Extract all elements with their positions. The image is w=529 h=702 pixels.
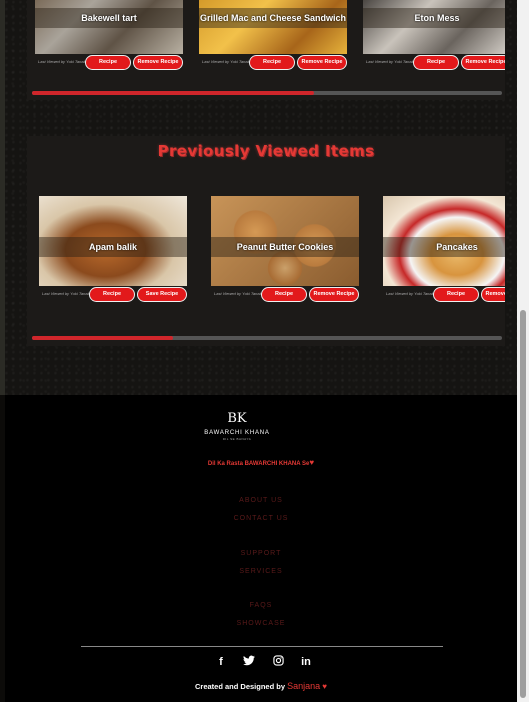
save-recipe-button[interactable]: Save Recipe <box>138 288 186 301</box>
recipe-image[interactable]: Eton Mess <box>363 0 505 54</box>
last-viewed-text: Last Viewed by Yuki Tanaka <box>202 59 252 64</box>
recipe-title: Bakewell tart <box>35 8 183 28</box>
footer-link-services[interactable]: SERVICES <box>5 568 517 575</box>
recipe-button[interactable]: Recipe <box>90 288 134 301</box>
carousel-scroll-thumb[interactable] <box>32 336 173 340</box>
recipe-title: Eton Mess <box>363 8 505 28</box>
remove-recipe-button[interactable]: Remove Recipe <box>482 288 505 301</box>
last-viewed-text: Last Viewed by Yuki Tanaka <box>366 59 416 64</box>
carousel-scrollbar[interactable] <box>32 336 502 340</box>
instagram-icon[interactable] <box>271 655 285 669</box>
recipe-card: Grilled Mac and Cheese Sandwich Last Vie… <box>199 0 349 72</box>
tagline: Dil Ka Rasta BAWARCHI KHANA Se♥ <box>5 458 517 467</box>
recipe-card: Eton Mess Last Viewed by Yuki Tanaka Rec… <box>363 0 505 72</box>
remove-recipe-button[interactable]: Remove Recipe <box>298 56 346 69</box>
remove-recipe-button[interactable]: Remove Recipe <box>462 56 505 69</box>
logo-mark: BK <box>227 411 247 426</box>
viewed-card: Pancakes Last Viewed by Yuki Tanaka Reci… <box>383 196 505 304</box>
page-scroll-thumb[interactable] <box>520 310 526 698</box>
twitter-icon[interactable] <box>242 655 256 669</box>
last-viewed-text: Last Viewed by Yuki Tanaka <box>386 291 436 296</box>
credit-author[interactable]: Sanjana <box>287 681 320 691</box>
last-viewed-text: Last Viewed by Yuki Tanaka <box>38 59 88 64</box>
footer-link-showcase[interactable]: SHOWCASE <box>5 620 517 627</box>
credit-prefix: Created and Designed by <box>195 682 286 691</box>
heart-icon: ♥ <box>309 458 315 467</box>
footer-divider <box>81 646 443 647</box>
footer-link-contact-us[interactable]: CONTACT US <box>5 515 517 522</box>
linkedin-icon[interactable]: in <box>299 655 313 669</box>
recipe-card: Bakewell tart Last Viewed by Yuki Tanaka… <box>35 0 185 72</box>
recipes-carousel: Bakewell tart Last Viewed by Yuki Tanaka… <box>27 0 505 100</box>
footer: BK BAWARCHI KHANA DIL SE BANAYA Dil Ka R… <box>5 395 517 702</box>
recipe-title: Apam balik <box>39 236 187 257</box>
recipe-button[interactable]: Recipe <box>414 56 458 69</box>
page: Bakewell tart Last Viewed by Yuki Tanaka… <box>0 0 517 702</box>
page-scrollbar[interactable] <box>517 0 529 702</box>
recipe-button[interactable]: Recipe <box>434 288 478 301</box>
remove-recipe-button[interactable]: Remove Recipe <box>310 288 358 301</box>
viewed-card: Apam balik Last Viewed by Yuki Tanaka Re… <box>39 196 189 304</box>
viewed-card: Peanut Butter Cookies Last Viewed by Yuk… <box>211 196 361 304</box>
recipe-image[interactable]: Apam balik <box>39 196 187 286</box>
recipe-title: Peanut Butter Cookies <box>211 236 359 257</box>
facebook-icon[interactable]: f <box>214 655 228 669</box>
heart-icon: ♥ <box>322 682 327 691</box>
recipe-button[interactable]: Recipe <box>262 288 306 301</box>
recipe-button[interactable]: Recipe <box>86 56 130 69</box>
carousel-scroll-thumb[interactable] <box>32 91 314 95</box>
logo-subtitle: DIL SE BANAYA <box>222 437 252 441</box>
footer-link-faqs[interactable]: FAQS <box>5 602 517 609</box>
tagline-text: Dil Ka Rasta BAWARCHI KHANA Se <box>207 461 310 467</box>
carousel-scrollbar[interactable] <box>32 91 502 95</box>
footer-link-about-us[interactable]: ABOUT US <box>5 497 517 504</box>
remove-recipe-button[interactable]: Remove Recipe <box>134 56 182 69</box>
section-title: Previously Viewed Items <box>157 142 375 160</box>
recipe-title: Grilled Mac and Cheese Sandwich <box>199 8 347 28</box>
recipe-title: Pancakes <box>383 236 505 257</box>
recipe-image[interactable]: Bakewell tart <box>35 0 183 54</box>
last-viewed-text: Last Viewed by Yuki Tanaka <box>42 291 92 296</box>
credit-line: Created and Designed by Sanjana ♥ <box>5 681 517 691</box>
recipe-image[interactable]: Pancakes <box>383 196 505 286</box>
last-viewed-text: Last Viewed by Yuki Tanaka <box>214 291 264 296</box>
recipe-image[interactable]: Peanut Butter Cookies <box>211 196 359 286</box>
logo-name: BAWARCHI KHANA <box>204 430 270 436</box>
recipe-image[interactable]: Grilled Mac and Cheese Sandwich <box>199 0 347 54</box>
footer-link-support[interactable]: SUPPORT <box>5 550 517 557</box>
previously-viewed-section: Previously Viewed Items Apam balik Last … <box>27 136 505 346</box>
logo[interactable]: BK BAWARCHI KHANA DIL SE BANAYA <box>202 411 272 443</box>
recipe-button[interactable]: Recipe <box>250 56 294 69</box>
content-background: Bakewell tart Last Viewed by Yuki Tanaka… <box>5 0 517 395</box>
